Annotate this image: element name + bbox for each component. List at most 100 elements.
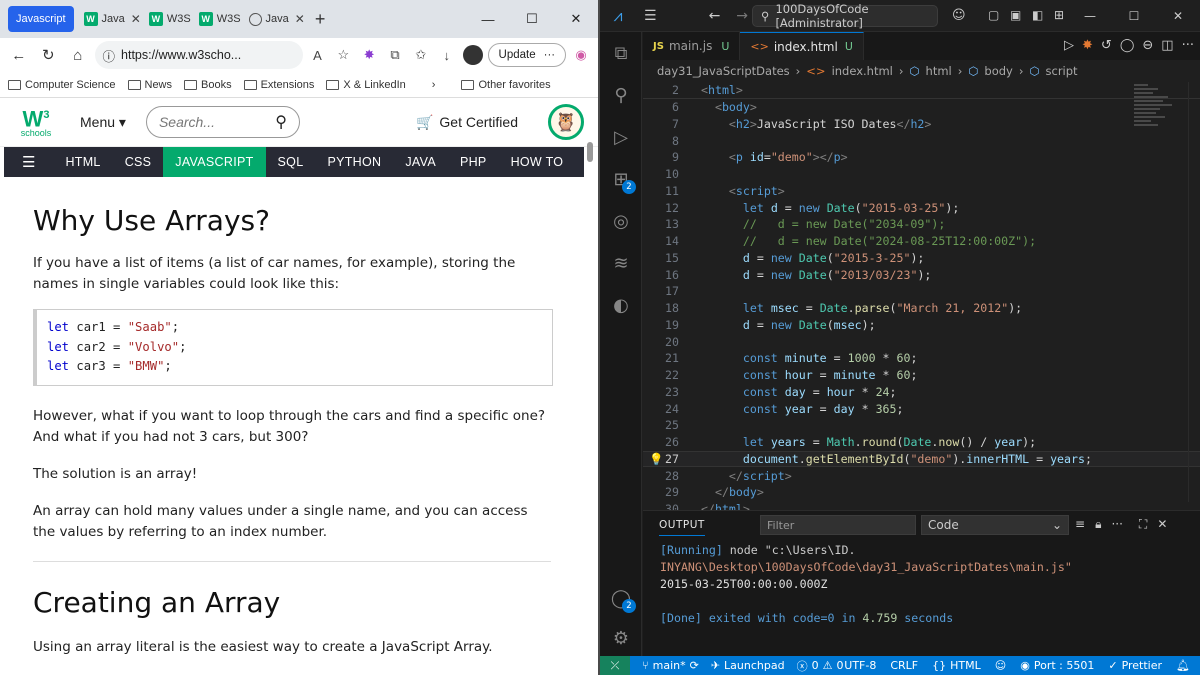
toggle-sidebar-icon[interactable]: ▢ bbox=[988, 8, 999, 22]
copilot-status-icon[interactable]: ☺ bbox=[995, 659, 1006, 672]
menu-button[interactable]: Menu ▾ bbox=[80, 114, 126, 131]
maximize-icon[interactable]: ☐ bbox=[1112, 9, 1156, 23]
output-filter-input[interactable]: Filter bbox=[760, 515, 916, 535]
more-icon[interactable]: ··· bbox=[544, 49, 556, 61]
extensions-icon[interactable]: ⊞ 2 bbox=[600, 158, 642, 200]
favorite-folder[interactable]: News bbox=[127, 79, 172, 91]
run-debug-icon[interactable]: ▷ bbox=[600, 116, 642, 158]
github-icon[interactable]: ◎ bbox=[600, 200, 642, 242]
minimize-icon[interactable]: — bbox=[1068, 9, 1112, 23]
search-icon[interactable]: ⚲ bbox=[275, 112, 287, 132]
editor-tab-index-html[interactable]: <> index.html U bbox=[740, 32, 864, 60]
user-avatar[interactable]: 🦉 bbox=[548, 104, 584, 140]
close-window-icon[interactable]: ✕ bbox=[1156, 9, 1200, 23]
favorite-folder[interactable]: Extensions bbox=[243, 79, 314, 91]
lightbulb-icon[interactable]: 💡 bbox=[649, 452, 663, 466]
extensions-puzzle-icon[interactable]: ⧉ bbox=[384, 43, 406, 67]
nav-javascript[interactable]: JAVASCRIPT bbox=[163, 147, 266, 177]
command-center[interactable]: ⚲ 100DaysOfCode [Administrator] bbox=[752, 2, 938, 30]
nav-css[interactable]: CSS bbox=[113, 147, 164, 177]
page-scrollbar[interactable] bbox=[586, 140, 594, 670]
eol-status[interactable]: CRLF bbox=[890, 659, 918, 672]
nav-java[interactable]: JAVA bbox=[393, 147, 448, 177]
copilot-icon[interactable]: ☺ bbox=[952, 8, 966, 23]
editor-tab-main-js[interactable]: JS main.js U bbox=[643, 32, 741, 60]
more-actions-icon[interactable]: ··· bbox=[1182, 38, 1194, 53]
close-icon[interactable]: ✕ bbox=[131, 12, 141, 26]
source-control-icon[interactable]: ⊖ bbox=[1142, 38, 1153, 53]
run-icon[interactable]: ▷ bbox=[1064, 38, 1074, 53]
breadcrumb-item[interactable]: html bbox=[926, 64, 952, 78]
favorite-folder[interactable]: Books bbox=[184, 79, 232, 91]
accounts-icon[interactable]: ◯ 2 bbox=[600, 577, 642, 619]
more-actions-icon[interactable]: ··· bbox=[1111, 517, 1122, 532]
back-icon[interactable]: ← bbox=[709, 8, 721, 24]
browser-tab[interactable]: W W3S bbox=[145, 6, 195, 32]
read-aloud-icon[interactable]: A bbox=[307, 43, 329, 67]
nav-python[interactable]: PYTHON bbox=[315, 147, 393, 177]
site-info-icon[interactable]: ⓘ bbox=[103, 46, 116, 65]
close-window-icon[interactable]: ✕ bbox=[554, 11, 598, 27]
favorites-icon[interactable]: ✩ bbox=[410, 43, 432, 67]
output-tab[interactable]: OUTPUT bbox=[659, 519, 705, 536]
breadcrumb-item[interactable]: body bbox=[984, 64, 1012, 78]
back-icon[interactable]: ← bbox=[6, 41, 32, 69]
go-live-icon[interactable]: ✸ bbox=[1082, 38, 1093, 53]
settings-gear-icon[interactable]: ⚙ bbox=[600, 617, 642, 659]
clear-output-icon[interactable]: ≡ bbox=[1075, 517, 1085, 532]
extension-icon[interactable]: ✸ bbox=[358, 43, 380, 67]
encoding-status[interactable]: UTF-8 bbox=[844, 659, 876, 672]
close-panel-icon[interactable]: ✕ bbox=[1157, 517, 1167, 532]
menu-hamburger-icon[interactable]: ☰ bbox=[644, 8, 657, 24]
remote-explorer-icon[interactable]: ◐ bbox=[600, 284, 642, 326]
browser-tab[interactable]: W Java ✕ bbox=[80, 6, 145, 32]
lock-icon[interactable]: 🔒︎ bbox=[1095, 517, 1101, 532]
scrollbar-thumb[interactable] bbox=[587, 142, 593, 162]
branch-status[interactable]: ⑂ main* ⟳ bbox=[642, 659, 699, 672]
breadcrumb-item[interactable]: index.html bbox=[832, 64, 893, 78]
explorer-icon[interactable]: ⧉ bbox=[600, 32, 642, 74]
port-status[interactable]: ◉ Port : 5501 bbox=[1020, 659, 1094, 672]
favorite-folder[interactable]: Computer Science bbox=[8, 79, 116, 91]
launchpad-status[interactable]: ✈ Launchpad bbox=[711, 659, 785, 672]
toggle-secondary-sidebar-icon[interactable]: ◧ bbox=[1032, 8, 1043, 22]
forward-icon[interactable]: → bbox=[736, 8, 748, 24]
nav-sql[interactable]: SQL bbox=[266, 147, 316, 177]
favorite-star-icon[interactable]: ☆ bbox=[332, 43, 354, 67]
browser-tab[interactable]: W W3S bbox=[195, 6, 245, 32]
get-certified-link[interactable]: 🛒 Get Certified bbox=[416, 114, 518, 131]
other-favorites[interactable]: Other favorites bbox=[461, 79, 551, 91]
breadcrumb-item[interactable]: day31_JavaScriptDates bbox=[657, 64, 790, 78]
nav-php[interactable]: PHP bbox=[448, 147, 499, 177]
minimize-icon[interactable]: — bbox=[466, 12, 510, 27]
timeline-icon[interactable]: ↺ bbox=[1101, 38, 1112, 53]
search-input[interactable]: Search... ⚲ bbox=[145, 106, 300, 138]
copilot-icon[interactable]: ◉ bbox=[570, 43, 592, 67]
reload-icon[interactable]: ↻ bbox=[36, 41, 62, 69]
update-button[interactable]: Update ··· bbox=[487, 43, 567, 67]
notifications-bell-icon[interactable]: 🔔︎ bbox=[1176, 659, 1190, 672]
maximize-panel-icon[interactable]: ⛶ bbox=[1139, 517, 1147, 532]
code-editor[interactable]: 2 < html > 6 < body > 7 < h2 > JavaScript ISO Da… bbox=[643, 82, 1200, 510]
minimap[interactable] bbox=[1134, 82, 1182, 162]
browser-tab[interactable]: Java ✕ bbox=[245, 6, 309, 32]
language-status[interactable]: {} HTML bbox=[932, 659, 981, 672]
nav-howto[interactable]: HOW TO bbox=[499, 147, 576, 177]
editor-scrollbar[interactable] bbox=[1188, 82, 1200, 502]
chevron-right-icon[interactable]: › bbox=[432, 79, 436, 91]
browser-tab-active[interactable]: Javascript bbox=[8, 6, 74, 32]
home-icon[interactable]: ⌂ bbox=[65, 41, 91, 69]
close-icon[interactable]: ✕ bbox=[295, 12, 305, 26]
url-field[interactable]: ⓘ https://www.w3scho... bbox=[94, 41, 303, 69]
w3schools-logo[interactable]: W3 schools bbox=[14, 106, 58, 139]
compare-icon[interactable]: ◯ bbox=[1120, 38, 1135, 53]
hamburger-icon[interactable]: ☰ bbox=[4, 153, 53, 171]
customize-layout-icon[interactable]: ⊞ bbox=[1054, 8, 1064, 22]
search-icon[interactable]: ⚲ bbox=[600, 74, 642, 116]
layers-icon[interactable]: ≋ bbox=[600, 242, 642, 284]
split-editor-icon[interactable]: ◫ bbox=[1161, 38, 1173, 53]
problems-status[interactable]: ⓧ 0 ⚠ 0 bbox=[797, 658, 844, 674]
breadcrumb-item[interactable]: script bbox=[1046, 64, 1078, 78]
favorite-folder[interactable]: X & LinkedIn bbox=[326, 79, 406, 91]
profile-avatar[interactable] bbox=[462, 43, 484, 67]
